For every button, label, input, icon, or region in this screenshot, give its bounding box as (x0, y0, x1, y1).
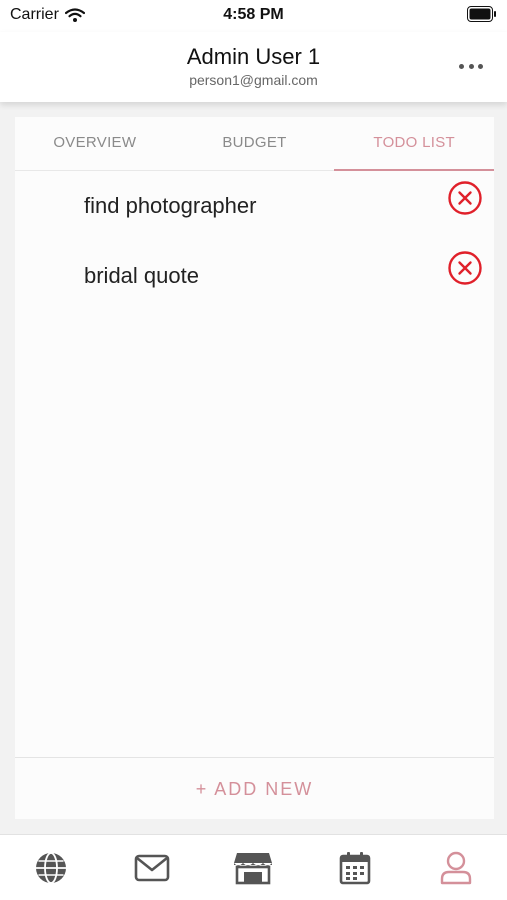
nav-vendors[interactable] (228, 843, 278, 893)
status-bar: Carrier 4:58 PM (0, 0, 507, 32)
profile-icon (441, 851, 472, 884)
nav-explore[interactable] (26, 843, 76, 893)
close-circle-icon[interactable] (448, 181, 482, 215)
todo-text: find photographer (84, 193, 257, 218)
add-new-button[interactable]: + ADD NEW (15, 757, 494, 819)
content-card: OVERVIEW BUDGET TODO LIST find photograp… (15, 117, 494, 819)
nav-messages[interactable] (127, 843, 177, 893)
todo-text: bridal quote (84, 263, 199, 288)
list-item: find photographer (15, 171, 494, 241)
tab-todo-list[interactable]: TODO LIST (334, 117, 494, 171)
user-email: person1@gmail.com (189, 72, 318, 88)
more-options-button[interactable] (459, 58, 483, 74)
nav-profile[interactable] (431, 843, 481, 893)
list-item: bridal quote (15, 241, 494, 311)
battery-icon (467, 6, 496, 22)
ellipsis-dot (468, 63, 474, 69)
globe-icon (35, 851, 66, 884)
calendar-icon (339, 851, 371, 884)
store-icon (234, 852, 273, 884)
nav-calendar[interactable] (330, 843, 380, 893)
profile-header: Admin User 1 person1@gmail.com (0, 32, 507, 102)
ellipsis-icon (459, 63, 464, 69)
close-circle-icon[interactable] (448, 251, 482, 285)
tab-overview[interactable]: OVERVIEW (15, 117, 175, 170)
todo-list: find photographer bridal quote (15, 171, 494, 311)
bottom-tab-bar (0, 834, 507, 900)
tab-budget[interactable]: BUDGET (175, 117, 335, 170)
tab-strip: OVERVIEW BUDGET TODO LIST (15, 117, 494, 171)
ellipsis-dot (478, 63, 483, 69)
mail-icon (134, 854, 170, 881)
user-name: Admin User 1 (186, 44, 321, 69)
status-time: 4:58 PM (223, 6, 284, 23)
